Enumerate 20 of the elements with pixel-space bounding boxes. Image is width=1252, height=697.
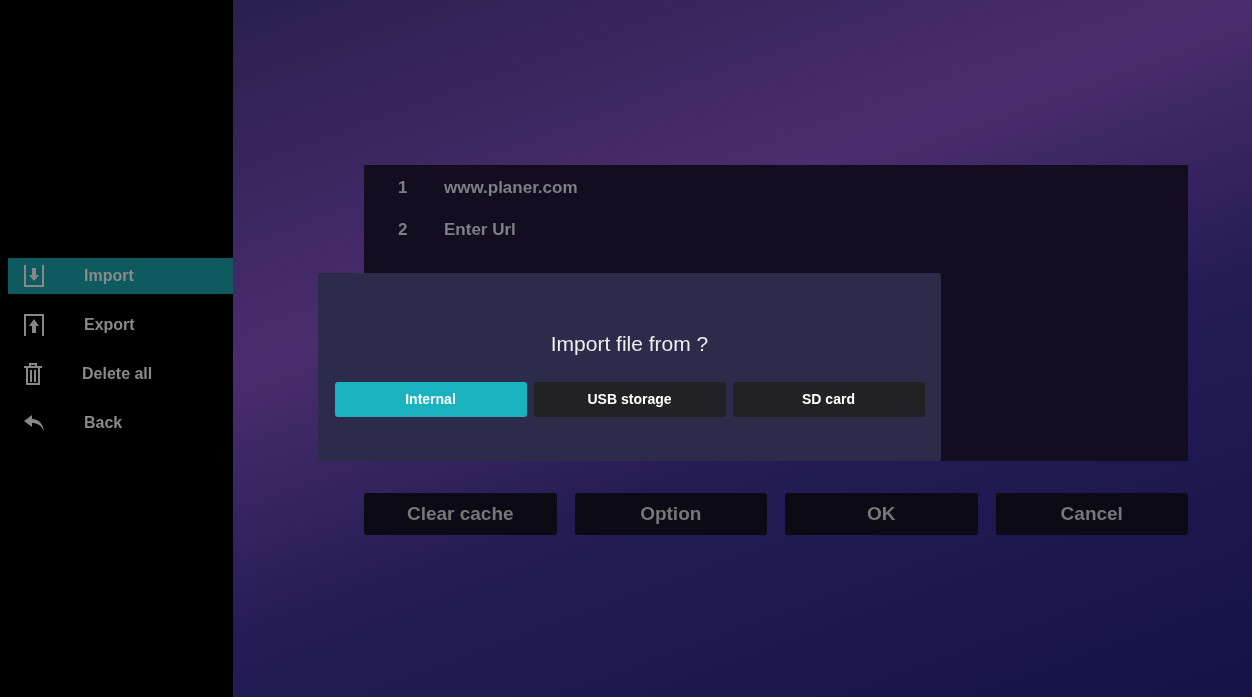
action-button[interactable]: Cancel xyxy=(995,493,1188,535)
row-number: 1 xyxy=(398,177,409,200)
reply-arrow-icon xyxy=(24,415,44,431)
sidebar-item[interactable]: Import xyxy=(8,258,233,294)
action-button[interactable]: Clear cache xyxy=(364,493,557,535)
action-button[interactable]: OK xyxy=(785,493,978,535)
sidebar-item[interactable]: Export xyxy=(8,307,233,343)
url-text: Enter Url xyxy=(444,219,516,242)
storage-source-button[interactable]: SD card xyxy=(732,381,925,417)
storage-source-button[interactable]: USB storage xyxy=(533,381,726,417)
sidebar-item[interactable]: Delete all xyxy=(8,356,233,392)
download-icon xyxy=(24,265,44,287)
storage-source-button[interactable]: Internal xyxy=(334,381,527,417)
sidebar-item[interactable]: Back xyxy=(8,405,233,441)
upload-icon xyxy=(24,314,44,336)
row-number: 2 xyxy=(398,219,409,242)
action-button[interactable]: Option xyxy=(574,493,767,535)
trash-icon xyxy=(24,363,42,385)
dialog-title: Import file from ? xyxy=(550,331,709,357)
url-text: www.planer.com xyxy=(444,177,578,200)
